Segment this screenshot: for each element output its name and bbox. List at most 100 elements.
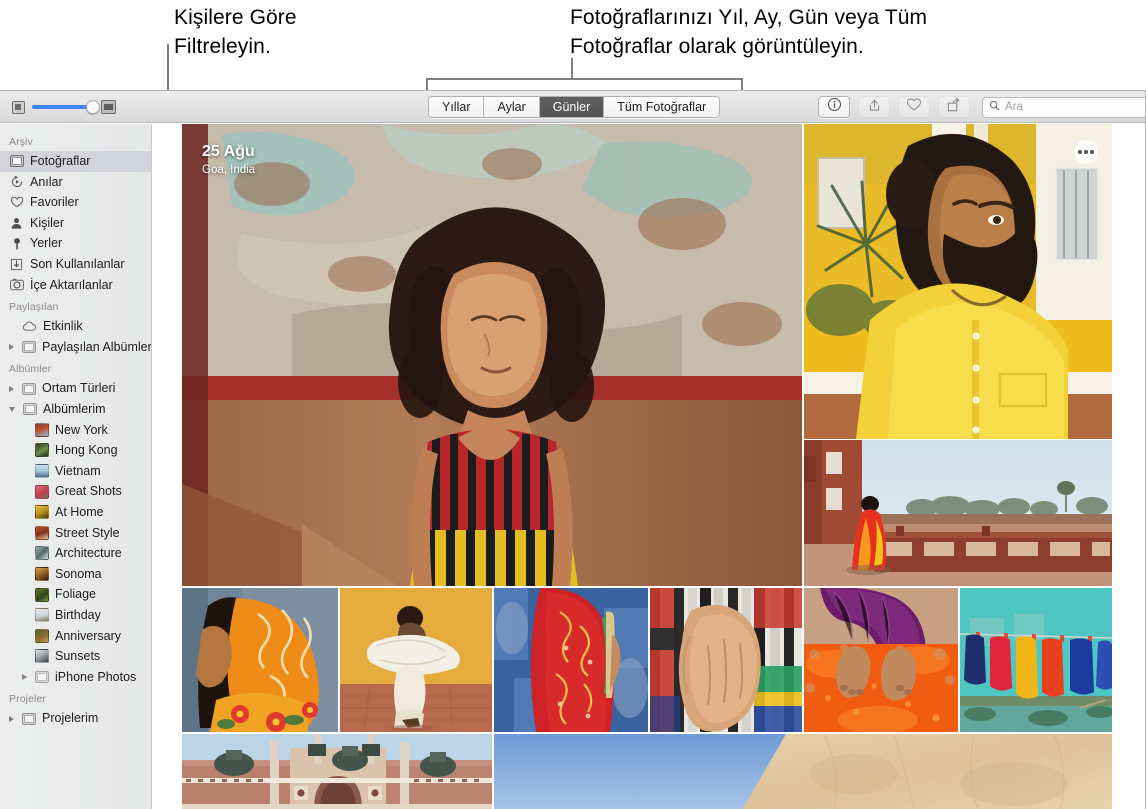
photo-woman-white-shawl[interactable] [340, 588, 492, 732]
info-icon [827, 97, 842, 117]
view-mode-all-photos[interactable]: Tüm Fotoğraflar [604, 97, 720, 117]
sidebar[interactable]: Arşiv Fotoğraflar Anılar Favoriler Kişil… [0, 124, 152, 809]
sidebar-item-label: Fotoğraflar [30, 154, 91, 169]
sidebar-item-label: Vietnam [55, 463, 101, 478]
info-button[interactable] [818, 96, 850, 118]
sidebar-item-photos[interactable]: Fotoğraflar [0, 151, 151, 172]
sidebar-item-favorites[interactable]: Favoriler [0, 192, 151, 213]
chevron-right-icon[interactable] [9, 385, 14, 392]
sidebar-item-sunsets[interactable]: Sunsets [0, 646, 151, 667]
sidebar-item-label: Projelerim [42, 711, 99, 726]
sidebar-item-label: Sonoma [55, 566, 102, 581]
sidebar-item-label: Anniversary [55, 628, 121, 643]
photo-feet-orange-powder[interactable] [804, 588, 958, 732]
toolbar: Yıllar Aylar Günler Tüm Fotoğraflar Ara [0, 91, 1145, 123]
sidebar-item-media-types[interactable]: Ortam Türleri [0, 378, 151, 399]
folder-icon [21, 382, 36, 396]
callout-label-filter-by-people: Kişilere Göre Filtreleyin. [174, 6, 297, 58]
photo-woman-orange-headscarf[interactable] [182, 588, 338, 732]
photo-sandstone-sky[interactable] [494, 734, 1112, 809]
callout-label-view-modes: Fotoğraflarınızı Yıl, Ay, Gün veya Tüm F… [570, 6, 928, 58]
album-thumbnail [35, 484, 49, 499]
large-thumbnail-icon[interactable] [101, 100, 116, 114]
favorite-button[interactable] [898, 96, 930, 118]
album-thumbnail [35, 608, 49, 623]
sidebar-item-birthday[interactable]: Birthday [0, 605, 151, 626]
sidebar-item-shared-albums[interactable]: Paylaşılan Albümler [0, 337, 151, 358]
heart-icon [906, 97, 922, 117]
photo-grid[interactable]: 25 Ağu Goa, India [153, 124, 1145, 809]
heart-icon [9, 195, 24, 209]
rotate-button[interactable] [938, 96, 970, 118]
view-mode-months[interactable]: Aylar [484, 97, 540, 117]
sidebar-item-architecture[interactable]: Architecture [0, 543, 151, 564]
view-mode-segmented-control[interactable]: Yıllar Aylar Günler Tüm Fotoğraflar [428, 96, 721, 118]
sidebar-item-label: Kişiler [30, 215, 65, 230]
album-thumbnail [35, 566, 49, 581]
folder-icon [21, 712, 36, 726]
sidebar-item-at-home[interactable]: At Home [0, 502, 151, 523]
photos-icon [9, 154, 24, 168]
folder-icon [22, 402, 37, 416]
small-thumbnail-icon[interactable] [12, 100, 25, 114]
sidebar-item-vietnam[interactable]: Vietnam [0, 461, 151, 482]
view-mode-days[interactable]: Günler [539, 97, 605, 117]
zoom-slider[interactable] [12, 91, 116, 123]
chevron-right-icon[interactable] [9, 715, 14, 722]
sidebar-item-foliage[interactable]: Foliage [0, 584, 151, 605]
photo-woman-red-sari-monument[interactable] [804, 440, 1112, 586]
sidebar-item-my-albums[interactable]: Albümlerim [0, 399, 151, 420]
sidebar-section-header-archive: Arşiv [9, 136, 33, 148]
folder-icon [34, 670, 49, 684]
album-thumbnail [35, 525, 49, 540]
zoom-slider-track[interactable] [32, 100, 100, 114]
sidebar-item-street-style[interactable]: Street Style [0, 523, 151, 544]
photo-red-sari-blue-wall[interactable] [494, 588, 648, 732]
sidebar-item-label: Anılar [30, 174, 63, 189]
toolbar-actions: Ara [818, 96, 1145, 118]
photo-man-yellow-kurta[interactable] [804, 124, 1112, 439]
chevron-down-icon[interactable] [9, 406, 15, 412]
callout-leader-right-bracket [426, 78, 743, 80]
sidebar-item-places[interactable]: Yerler [0, 233, 151, 254]
recents-icon [9, 257, 24, 271]
sidebar-item-memories[interactable]: Anılar [0, 172, 151, 193]
sidebar-section-header-projects: Projeler [9, 693, 46, 706]
search-field[interactable]: Ara [982, 96, 1145, 118]
view-mode-years[interactable]: Yıllar [429, 97, 485, 117]
sidebar-item-new-york[interactable]: New York [0, 420, 151, 441]
sidebar-item-my-projects[interactable]: Projelerim [0, 708, 151, 729]
sidebar-item-anniversary[interactable]: Anniversary [0, 625, 151, 646]
person-icon [9, 216, 24, 230]
sidebar-item-imports[interactable]: İçe Aktarılanlar [0, 275, 151, 296]
chevron-right-icon[interactable] [9, 344, 14, 351]
sidebar-item-sonoma[interactable]: Sonoma [0, 564, 151, 585]
sidebar-item-people[interactable]: Kişiler [0, 213, 151, 234]
sidebar-item-great-shots[interactable]: Great Shots [0, 481, 151, 502]
photos-app-window: Yıllar Aylar Günler Tüm Fotoğraflar Ara … [0, 90, 1146, 809]
sidebar-item-label: Albümlerim [43, 401, 106, 416]
search-input[interactable]: Ara [1005, 101, 1023, 113]
sidebar-item-label: Yerler [30, 236, 63, 251]
sidebar-item-label: At Home [55, 504, 104, 519]
callout-leader-right-stem [571, 58, 573, 80]
share-button[interactable] [858, 96, 890, 118]
photo-hand-striped-fabric[interactable] [650, 588, 802, 732]
sidebar-item-hong-kong[interactable]: Hong Kong [0, 440, 151, 461]
chevron-right-icon[interactable] [22, 673, 27, 680]
rotate-icon [946, 97, 962, 118]
cloud-icon [22, 319, 37, 333]
imports-icon [9, 278, 24, 292]
sidebar-item-activity[interactable]: Etkinlik [0, 316, 151, 337]
photo-woman-striped-dress[interactable]: 25 Ağu Goa, India [182, 124, 802, 586]
sidebar-item-label: Birthday [55, 607, 101, 622]
photo-mughal-gateway[interactable] [182, 734, 492, 809]
more-options-icon[interactable] [1074, 140, 1098, 164]
album-thumbnail [35, 628, 49, 643]
zoom-slider-knob[interactable] [86, 100, 100, 114]
sidebar-item-recents[interactable]: Son Kullanılanlar [0, 254, 151, 275]
album-thumbnail [35, 649, 49, 664]
sidebar-item-label: Great Shots [55, 484, 122, 499]
photo-laundry-turquoise-wall[interactable] [960, 588, 1112, 732]
sidebar-item-iphone-photos[interactable]: iPhone Photos [0, 667, 151, 688]
